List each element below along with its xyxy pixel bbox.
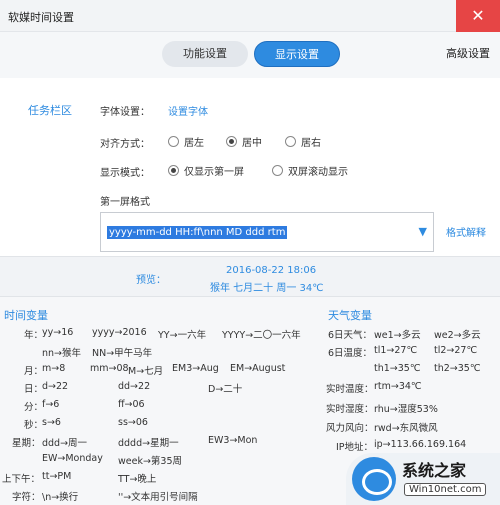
watermark-badge: 系统之家 Win10net.com	[346, 453, 500, 505]
radio-circle-icon	[272, 165, 283, 176]
watermark-logo-icon	[352, 457, 396, 501]
font-setting-label: 字体设置：	[100, 107, 150, 118]
month-label: 月：	[24, 366, 44, 377]
var-item: tl1→27℃	[374, 345, 418, 356]
alignment-label: 对齐方式：	[100, 139, 150, 150]
align-left-radio[interactable]: 居左	[168, 134, 204, 149]
close-button[interactable]: ✕	[456, 0, 500, 32]
var-item: nn→猴年	[42, 348, 82, 359]
tab-function-settings[interactable]: 功能设置	[162, 41, 248, 67]
format-help-link[interactable]: 格式解释	[446, 224, 486, 239]
weather-variables-title: 天气变量	[328, 309, 372, 322]
dual-scroll-radio[interactable]: 双屏滚动显示	[272, 163, 348, 178]
second-label: 秒：	[24, 420, 44, 431]
var-item: th2→35℃	[434, 363, 481, 374]
var-item: TT→晚上	[118, 474, 157, 485]
align-right-radio[interactable]: 居右	[285, 134, 321, 149]
dual-scroll-label: 双屏滚动显示	[288, 167, 348, 178]
weather6-label: 6日天气：	[328, 330, 373, 341]
radio-circle-icon	[168, 136, 179, 147]
var-item: yy→16	[42, 327, 74, 338]
var-item: s→6	[42, 417, 61, 428]
var-item: EM3→Aug	[172, 363, 219, 374]
var-item: D→二十	[208, 384, 243, 395]
set-font-link[interactable]: 设置字体	[168, 103, 208, 118]
align-center-label: 居中	[242, 138, 262, 149]
var-item: we1→多云	[374, 330, 421, 341]
var-item: EW→Monday	[42, 453, 103, 464]
realtime-temp-label: 实时温度：	[326, 384, 374, 395]
var-item: tl2→27℃	[434, 345, 478, 356]
temp6-label: 6日温度：	[328, 348, 373, 359]
chevron-down-icon[interactable]: ▼	[419, 225, 427, 238]
preview-datetime: 2016-08-22 18:06	[226, 265, 317, 276]
var-item: ff→06	[118, 399, 145, 410]
format-dropdown[interactable]: yyyy-mm-dd HH:ff\nnn MD ddd rtm ▼	[100, 212, 434, 252]
week-label: 星期：	[12, 438, 41, 449]
ip-label: IP地址：	[336, 442, 374, 453]
var-item: we2→多云	[434, 330, 481, 341]
char-label: 字符：	[12, 492, 41, 503]
radio-selected-icon	[168, 165, 179, 176]
var-item: rwd→东风微风	[374, 423, 438, 434]
radio-selected-icon	[226, 136, 237, 147]
var-item: NN→甲午马年	[92, 348, 153, 359]
align-center-radio[interactable]: 居中	[226, 134, 262, 149]
var-item: YY→一六年	[158, 330, 207, 341]
watermark-text: 系统之家	[402, 461, 467, 480]
radio-circle-icon	[285, 136, 296, 147]
realtime-humidity-label: 实时湿度：	[326, 404, 374, 415]
var-item: f→6	[42, 399, 60, 410]
var-item: ddd→周一	[42, 438, 88, 449]
var-item: dddd→星期一	[118, 438, 179, 449]
format-value[interactable]: yyyy-mm-dd HH:ff\nnn MD ddd rtm	[107, 226, 288, 239]
sidebar-item-taskbar[interactable]: 任务栏区	[28, 102, 72, 118]
align-right-label: 居右	[301, 138, 321, 149]
time-variables-title: 时间变量	[4, 309, 48, 322]
var-item: th1→35℃	[374, 363, 421, 374]
day-label: 日：	[24, 384, 44, 395]
first-screen-format-label: 第一屏格式	[100, 197, 150, 208]
var-item: M→七月	[128, 366, 164, 377]
var-item: ''→文本用引号间隔	[118, 492, 198, 503]
var-item: ip→113.66.169.164	[374, 439, 467, 450]
align-left-label: 居左	[184, 138, 204, 149]
var-item: rtm→34℃	[374, 381, 422, 392]
title-bar: 软媒时间设置 ✕	[0, 0, 500, 32]
tab-display-settings[interactable]: 显示设置	[254, 41, 340, 67]
tab-advanced-settings[interactable]: 高级设置	[438, 41, 498, 67]
var-item: \n→换行	[42, 492, 79, 503]
ampm-label: 上下午：	[2, 474, 41, 485]
var-item: tt→PM	[42, 471, 72, 482]
var-item: mm→08	[90, 363, 129, 374]
minute-label: 分：	[24, 402, 44, 413]
single-screen-radio[interactable]: 仅显示第一屏	[168, 163, 244, 178]
var-item: rhu→湿度53%	[374, 404, 438, 415]
var-item: m→8	[42, 363, 66, 374]
var-item: YYYY→二〇一六年	[222, 330, 301, 341]
watermark-url: Win10net.com	[404, 483, 487, 496]
display-mode-label: 显示模式：	[100, 168, 150, 179]
preview-label: 预览：	[136, 275, 166, 286]
single-screen-label: 仅显示第一屏	[184, 167, 244, 178]
var-item: yyyy→2016	[92, 327, 147, 338]
var-item: d→22	[42, 381, 69, 392]
var-item: dd→22	[118, 381, 151, 392]
tab-bar: 功能设置 显示设置 高级设置	[0, 32, 500, 78]
preview-area: 预览： 2016-08-22 18:06 猴年 七月二十 周一 34℃	[0, 256, 500, 296]
preview-lunar-weather: 猴年 七月二十 周一 34℃	[210, 283, 324, 294]
var-item: EM→August	[230, 363, 286, 374]
var-item: ss→06	[118, 417, 148, 428]
var-item: EW3→Mon	[208, 435, 258, 446]
window-title: 软媒时间设置	[8, 11, 74, 24]
year-label: 年：	[24, 330, 44, 341]
wind-label: 风力风向：	[326, 423, 374, 434]
var-item: week→第35周	[118, 456, 183, 467]
